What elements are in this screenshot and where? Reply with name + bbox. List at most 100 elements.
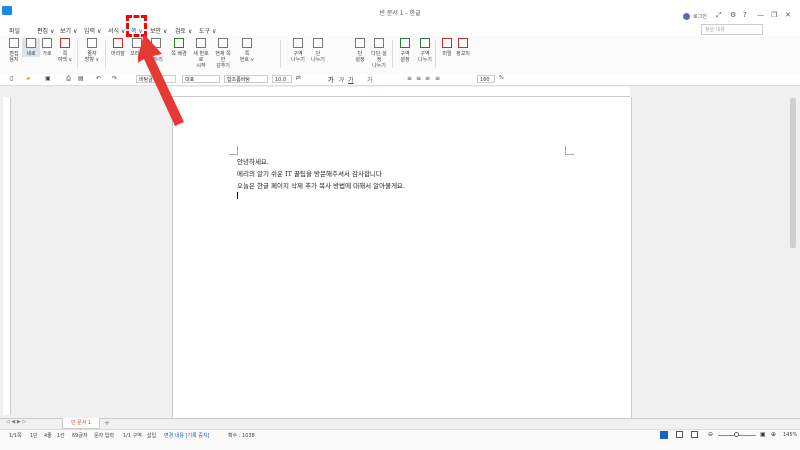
- section-setting-button[interactable]: 구역 설정: [396, 38, 414, 63]
- status-chars: 69글자: [72, 433, 88, 439]
- zoom-out-icon[interactable]: ⊖: [708, 431, 713, 438]
- ruler-direction-button[interactable]: 줄자 방향 ∨: [83, 38, 101, 63]
- close-icon[interactable]: ✕: [785, 11, 791, 19]
- account-avatar-icon[interactable]: [683, 13, 690, 20]
- align-center-icon[interactable]: ≡: [425, 75, 430, 82]
- multi-column-button[interactable]: 다단 설정 나누기: [370, 38, 388, 69]
- line-spacing-unit[interactable]: %: [499, 75, 504, 81]
- page-margin-button[interactable]: 쪽 여백 ∨: [56, 38, 74, 63]
- size-unit[interactable]: pt: [296, 75, 301, 81]
- column-setting-button[interactable]: 단 설정: [351, 38, 369, 63]
- horizontal-ruler[interactable]: [172, 87, 630, 97]
- line-spacing-input[interactable]: 160: [477, 75, 495, 83]
- section-break-button[interactable]: 구역 나누기: [289, 38, 307, 63]
- font-size-input[interactable]: 10.0: [272, 75, 292, 83]
- align-right-icon[interactable]: ≡: [435, 75, 440, 82]
- button-label: 다단 설정 나누기: [371, 51, 387, 69]
- text-cursor: [237, 192, 238, 199]
- minimize-icon[interactable]: —: [757, 11, 764, 19]
- vertical-ruler[interactable]: [3, 97, 11, 415]
- restore-icon[interactable]: ❐: [771, 11, 777, 19]
- ribbon-divider: [280, 40, 281, 68]
- button-label: 단 나누기: [311, 51, 325, 63]
- document-page[interactable]: [172, 97, 632, 418]
- italic-icon[interactable]: 가: [338, 75, 344, 84]
- undo-icon[interactable]: ↶: [96, 75, 101, 82]
- status-section: 1/1 구역: [123, 433, 142, 439]
- login-button[interactable]: 로그인: [693, 13, 707, 20]
- status-line: 4줄: [44, 433, 52, 439]
- button-label: 줄자 방향 ∨: [84, 51, 100, 63]
- preview-icon[interactable]: ▤: [78, 75, 84, 82]
- crop-mark: [229, 146, 238, 155]
- ruler-icon: [87, 38, 97, 48]
- doc-line[interactable]: 메리의 알기 쉬운 IT 꿀팁을 방문해주셔서 감사합니다: [237, 168, 382, 178]
- new-doc-icon[interactable]: ▯: [10, 75, 13, 82]
- menu-format[interactable]: 서식 ∨: [108, 26, 125, 35]
- number-icon: [242, 38, 252, 48]
- ribbon-divider: [435, 40, 436, 68]
- status-insert[interactable]: 삽입: [147, 432, 156, 439]
- bold-icon[interactable]: 가: [328, 75, 334, 84]
- status-column: 1단: [30, 433, 38, 439]
- ribbon-divider: [392, 40, 393, 68]
- column-break-button[interactable]: 단 나누기: [309, 38, 327, 63]
- page-number-button[interactable]: 쪽 번호 ∨: [238, 38, 256, 63]
- zoom-slider-handle[interactable]: [734, 432, 739, 437]
- header-icon: [113, 38, 123, 48]
- status-mode: 문자 입력: [94, 433, 114, 439]
- margin-icon: [60, 38, 70, 48]
- manuscript-button[interactable]: 정교지: [454, 38, 472, 57]
- button-label: 단 설정: [355, 51, 365, 63]
- status-page[interactable]: 1/1쪽: [9, 432, 22, 439]
- view-page-icon[interactable]: [676, 431, 683, 438]
- button-label: 구역 설정: [400, 51, 410, 63]
- help-icon[interactable]: ?: [743, 11, 747, 19]
- portrait-icon: [26, 38, 36, 48]
- align-justify-icon[interactable]: ≡: [407, 75, 412, 82]
- save-icon[interactable]: ▣: [45, 75, 51, 82]
- settings-icon[interactable]: ⚙: [730, 11, 736, 19]
- menu-file[interactable]: 파일: [9, 26, 20, 35]
- tab-document-1[interactable]: 빈 문서 1: [62, 418, 100, 429]
- print-icon[interactable]: ⎙: [66, 75, 71, 83]
- doc-line[interactable]: 안녕하세요.: [237, 156, 269, 166]
- status-hidden: 확수 : 1038: [228, 433, 255, 439]
- multi-column-icon: [374, 38, 384, 48]
- status-track-changes[interactable]: 변경 내용 [기록 중지]: [164, 432, 209, 439]
- scrollbar-thumb[interactable]: [790, 98, 796, 248]
- search-input[interactable]: 찾을 내용: [701, 24, 763, 35]
- font-select[interactable]: 함초롬바탕: [224, 75, 268, 83]
- button-label: 가로: [42, 51, 52, 57]
- button-label: 구역 나누기: [418, 51, 432, 63]
- open-folder-icon[interactable]: ▰: [26, 75, 31, 82]
- menu-tools[interactable]: 도구 ∨: [199, 26, 216, 35]
- add-tab-button[interactable]: +: [104, 419, 110, 427]
- tab-nav-icons[interactable]: ◁ ◀ ▶ ▷: [6, 419, 26, 425]
- status-col: 1칸: [57, 433, 65, 439]
- view-web-icon[interactable]: [691, 431, 698, 438]
- new-number-button[interactable]: 새 번호로 시작: [192, 38, 210, 69]
- doc-line[interactable]: 오늘은 한글 페이지 삭제 추가 복사 방법에 대해서 알아볼게요.: [237, 180, 405, 190]
- crop-mark: [565, 146, 574, 155]
- section-break2-button[interactable]: 구역 나누기: [416, 38, 434, 63]
- annotation-arrow-icon: [138, 34, 184, 126]
- menu-input[interactable]: 입력 ∨: [84, 26, 101, 35]
- redo-icon[interactable]: ↷: [112, 75, 117, 82]
- zoom-in-icon[interactable]: ⊕: [771, 431, 776, 438]
- underline-icon[interactable]: 가: [348, 75, 354, 84]
- view-normal-icon[interactable]: [660, 431, 668, 439]
- menu-edit[interactable]: 편집 ∨: [37, 26, 54, 35]
- column-icon: [313, 38, 323, 48]
- landscape-button[interactable]: 가로: [38, 38, 56, 57]
- font-color-icon[interactable]: 가: [367, 75, 373, 84]
- zoom-fit-icon[interactable]: ▣: [760, 431, 766, 438]
- format-toolbar: [0, 74, 800, 86]
- align-left-icon[interactable]: ≡: [416, 75, 421, 82]
- hide-page-button[interactable]: 현재 쪽만 감추기: [214, 38, 232, 69]
- menu-view[interactable]: 보기 ∨: [60, 26, 77, 35]
- fullscreen-icon[interactable]: ⤢: [716, 11, 722, 20]
- zoom-level[interactable]: 145%: [783, 432, 797, 438]
- header-button[interactable]: 머리말: [109, 38, 127, 57]
- edit-paper-button[interactable]: 편집 용지: [5, 38, 23, 63]
